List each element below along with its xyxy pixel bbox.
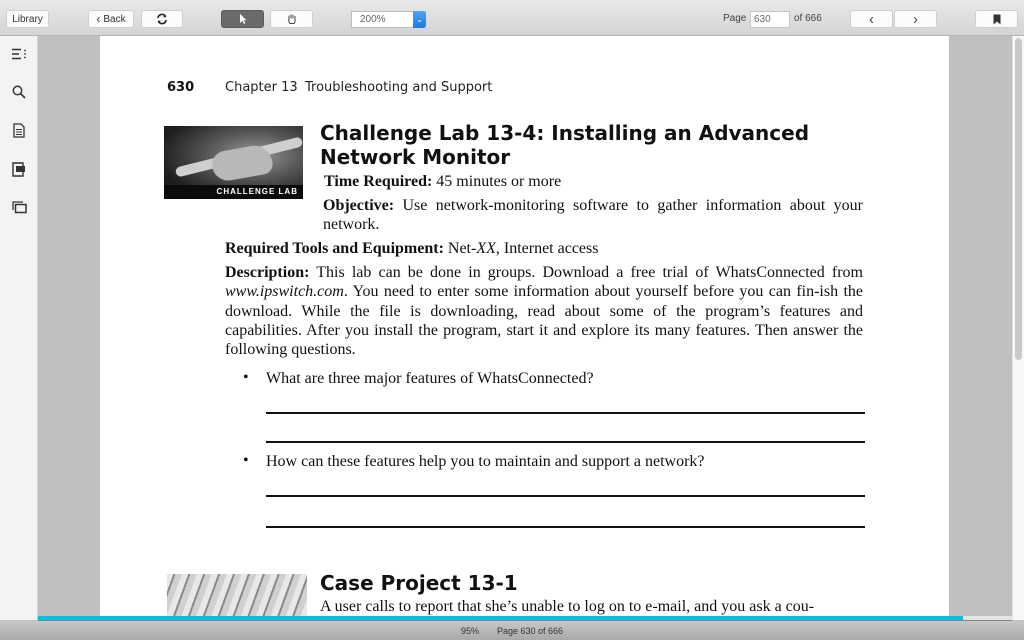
toolbar: Library ‹ Back 200% ⌄ Page 630 of 666 ‹ … (0, 0, 1024, 36)
page-status: Page 630 of 666 (497, 626, 564, 636)
objective: Objective: Use network-monitoring softwa… (323, 196, 863, 235)
document-icon (13, 122, 25, 138)
page-label: Page (723, 13, 747, 24)
tools-value-prefix: Net- (447, 240, 477, 257)
back-label: Back (103, 13, 126, 25)
sidebar-item-search[interactable] (10, 83, 28, 101)
lab-title-line-2: Network Monitor (320, 145, 511, 169)
hand-icon (287, 14, 296, 24)
description-label: Description: (225, 264, 310, 281)
question-1: What are three major features of WhatsCo… (266, 370, 594, 387)
challenge-lab-image: CHALLENGE LAB (164, 126, 303, 199)
description-text-1: This lab can be done in groups. Download… (316, 264, 863, 281)
next-page-button[interactable]: › (894, 10, 937, 28)
page-number-value: 630 (754, 14, 771, 25)
bookmark-button[interactable] (975, 10, 1018, 28)
time-required: Time Required: 45 minutes or more (324, 172, 561, 191)
sidebar (0, 36, 38, 620)
document-viewport[interactable]: 630 Chapter 13 Troubleshooting and Suppo… (38, 36, 1012, 620)
chevron-left-icon: ‹ (869, 10, 874, 28)
vertical-scrollbar[interactable] (1012, 36, 1024, 620)
description: Description: This lab can be done in gro… (225, 263, 863, 359)
chevron-down-icon[interactable]: ⌄ (413, 10, 426, 28)
sidebar-item-contents[interactable] (10, 45, 28, 63)
page-number: 630 (167, 80, 195, 95)
chevron-left-icon: ‹ (96, 12, 101, 26)
tools-label: Required Tools and Equipment: (225, 240, 444, 257)
description-url: www.ipswitch.com (225, 283, 344, 301)
scrollbar-thumb[interactable] (1015, 38, 1022, 360)
select-tool-button[interactable] (221, 10, 264, 28)
card-icon (12, 161, 25, 177)
sidebar-item-flashcards[interactable] (10, 160, 28, 178)
question-2: How can these features help you to maint… (266, 453, 705, 470)
chapter-title: Troubleshooting and Support (305, 80, 493, 95)
tools-value-suffix: , Internet access (495, 240, 599, 257)
bullet: • (243, 369, 249, 386)
required-tools: Required Tools and Equipment: Net-XX, In… (225, 239, 598, 258)
chapter-number: Chapter 13 (225, 80, 298, 95)
pan-tool-button[interactable] (270, 10, 313, 28)
refresh-button[interactable] (141, 10, 183, 28)
chevron-right-icon: › (913, 10, 918, 28)
back-button[interactable]: ‹ Back (88, 10, 134, 28)
objective-text: Use network-monitoring software to gathe… (323, 197, 863, 234)
lab-title-line-1: Challenge Lab 13-4: Installing an Advanc… (320, 121, 810, 145)
answer-line (266, 412, 865, 414)
answer-line (266, 441, 865, 443)
arrow-cursor-icon (239, 14, 246, 24)
page-number-input[interactable]: 630 (750, 11, 790, 28)
page-total: of 666 (794, 13, 822, 24)
sidebar-item-notes[interactable] (10, 121, 28, 139)
book-page: 630 Chapter 13 Troubleshooting and Suppo… (100, 36, 949, 620)
search-icon (12, 85, 26, 99)
hand-graphic (209, 143, 275, 183)
library-label: Library (12, 13, 43, 25)
list-icon (12, 48, 26, 60)
tools-value-italic: XX (476, 240, 496, 257)
objective-label: Objective: (323, 197, 395, 214)
pages-icon (11, 200, 27, 213)
case-project-text: A user calls to report that she’s unable… (320, 598, 815, 615)
progress-percent: 95% (461, 626, 480, 636)
zoom-level-value: 200% (360, 14, 386, 25)
zoom-level-select[interactable]: 200% ⌄ (351, 10, 426, 28)
case-project-title: Case Project 13-1 (320, 571, 518, 595)
library-button[interactable]: Library (6, 10, 49, 28)
time-required-label: Time Required: (324, 173, 433, 190)
status-bar: 95% Page 630 of 666 (0, 621, 1024, 640)
bullet: • (243, 452, 249, 469)
challenge-lab-caption: CHALLENGE LAB (164, 185, 303, 199)
answer-line (266, 526, 865, 528)
bookmark-icon (993, 14, 1000, 24)
answer-line (266, 495, 865, 497)
sidebar-item-pages[interactable] (10, 198, 28, 216)
previous-page-button[interactable]: ‹ (850, 10, 893, 28)
time-required-value: 45 minutes or more (436, 173, 562, 190)
reading-progress-fill (38, 616, 964, 620)
refresh-icon (157, 13, 167, 25)
case-project-image (167, 574, 307, 620)
